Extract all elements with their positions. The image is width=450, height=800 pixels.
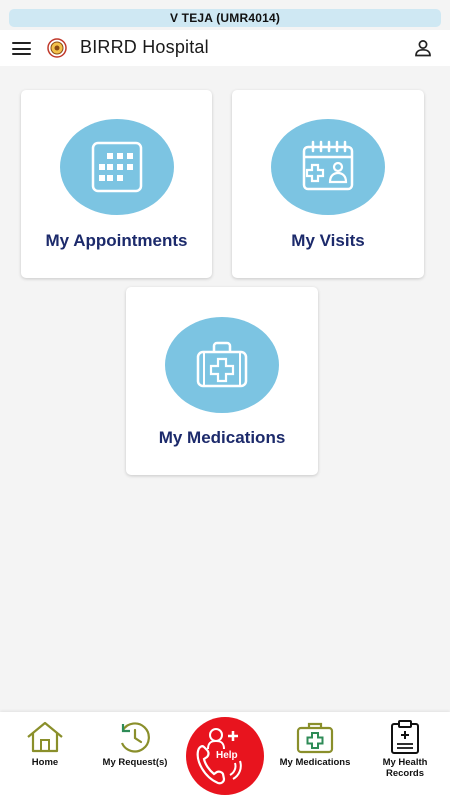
help-call-button[interactable]: Help [186,717,264,795]
medications-icon-circle [165,317,279,413]
medical-kit-icon [196,341,248,388]
visits-label: My Visits [291,231,365,250]
help-phone-icon: Help [196,728,242,785]
medications-label: My Medications [158,428,286,447]
appointments-card[interactable]: My Appointments [21,90,212,278]
home-icon [27,721,63,753]
visits-card[interactable]: My Visits [232,90,424,278]
nav-health-records[interactable]: My Health Records [372,712,438,800]
user-banner: V TEJA (UMR4014) [9,9,441,27]
nav-requests[interactable]: My Request(s) [96,712,174,800]
appointments-label: My Appointments [45,231,188,250]
clipboard-plus-icon [391,720,419,754]
nav-requests-label: My Request(s) [102,757,168,768]
medical-kit-nav-icon [296,722,334,754]
app-bar: BIRRD Hospital [0,30,450,66]
history-clock-icon [120,722,150,753]
appointments-icon-circle [60,119,174,215]
app-title: BIRRD Hospital [80,37,209,57]
nav-home-label: Home [31,757,59,768]
calendar-patient-icon [302,140,354,191]
help-label: Help [216,750,238,761]
hospital-logo-icon [47,38,67,58]
calendar-icon [91,141,143,193]
profile-icon[interactable] [413,38,433,58]
nav-medications-label: My Medications [279,757,351,768]
menu-icon[interactable] [12,42,31,55]
medications-card[interactable]: My Medications [126,287,318,475]
nav-home[interactable]: Home [15,712,75,800]
visits-icon-circle [271,119,385,215]
nav-medications[interactable]: My Medications [274,712,356,800]
nav-health-records-label: My Health Records [382,757,428,779]
